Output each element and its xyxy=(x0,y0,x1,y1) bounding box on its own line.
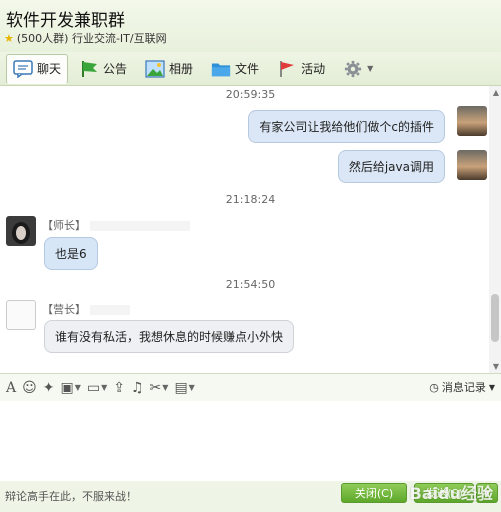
tab-activity-label: 活动 xyxy=(301,62,326,76)
photo-icon xyxy=(145,59,165,78)
message-bubble[interactable]: 然后给java调用 xyxy=(337,150,445,183)
gear-icon xyxy=(344,60,362,77)
gift-icon[interactable]: ▣ ▼ xyxy=(60,380,80,396)
timestamp: 20:59:35 xyxy=(225,88,276,101)
close-button[interactable]: 关闭(C) xyxy=(341,483,407,503)
sender-role: 【师长】 xyxy=(42,219,86,232)
tab-chat-label: 聊天 xyxy=(37,62,62,76)
avatar[interactable] xyxy=(6,216,36,246)
sender-name: 【师长】 xyxy=(42,217,190,233)
sender-name: 【营长】 xyxy=(42,301,130,317)
tab-files[interactable]: 文件 xyxy=(204,54,266,84)
tab-bar: 聊天 公告 相册 文件 活动 ▼ xyxy=(0,52,501,86)
message-bubble[interactable]: 有家公司让我给他们做个c的插件 xyxy=(248,110,445,143)
scroll-thumb[interactable] xyxy=(491,294,499,342)
message-bubble[interactable]: 谁有没有私活，我想休息的时候赚点小外快 xyxy=(44,320,295,353)
font-icon[interactable]: A xyxy=(6,380,16,396)
input-toolbar: A ☺ ✦ ▣ ▼ ▭ ▼ ⇪ ♫ ✂ ▼ ▤ ▼ ◷ 消息记录 ▼ xyxy=(0,373,501,401)
tab-album[interactable]: 相册 xyxy=(138,54,200,84)
clock-icon: ◷ xyxy=(429,380,439,394)
scroll-up-icon[interactable]: ▲ xyxy=(493,88,499,97)
redacted-name xyxy=(90,305,130,315)
message-bubble[interactable]: 也是6 xyxy=(44,237,98,270)
sender-role: 【营长】 xyxy=(42,303,86,316)
star-icon: ★ xyxy=(4,31,14,45)
timestamp: 21:54:50 xyxy=(225,278,276,291)
scrollbar[interactable]: ▲ ▼ xyxy=(489,86,501,373)
group-title[interactable]: 软件开发兼职群 xyxy=(6,6,125,31)
group-meta-text: (500人群) 行业交流-IT/互联网 xyxy=(16,32,167,45)
magic-wand-icon[interactable]: ✦ xyxy=(43,380,55,396)
watermark: Baidu经验 xyxy=(409,484,493,503)
music-icon[interactable]: ♫ xyxy=(131,380,144,396)
group-header: 软件开发兼职群 ★ (500人群) 行业交流-IT/互联网 xyxy=(0,0,501,52)
activity-flag-icon xyxy=(280,60,295,77)
timestamp: 21:18:24 xyxy=(225,193,276,206)
camera-blocked-icon[interactable]: ▤ ▼ xyxy=(174,380,194,396)
history-label: 消息记录 xyxy=(441,381,486,394)
group-slogan: 辩论高手在此，不服来战！ xyxy=(5,490,137,503)
upload-icon[interactable]: ⇪ xyxy=(113,380,125,396)
tab-activity[interactable]: 活动 xyxy=(270,54,332,84)
chat-icon xyxy=(13,59,33,78)
message-input[interactable] xyxy=(0,401,501,481)
avatar[interactable] xyxy=(457,106,487,136)
avatar-image xyxy=(6,216,36,246)
group-meta: ★ (500人群) 行业交流-IT/互联网 xyxy=(4,30,167,46)
avatar[interactable] xyxy=(6,300,36,330)
image-icon[interactable]: ▭ ▼ xyxy=(87,380,107,396)
avatar[interactable] xyxy=(457,150,487,180)
avatar-image xyxy=(457,106,487,136)
chevron-down-icon: ▼ xyxy=(367,64,374,73)
avatar-image xyxy=(457,150,487,180)
tab-files-label: 文件 xyxy=(235,62,260,76)
tab-notice[interactable]: 公告 xyxy=(72,54,134,84)
bottom-bar: 辩论高手在此，不服来战！ 关闭(C) 发送(S) ▼ Baidu经验 xyxy=(0,481,501,512)
history-button[interactable]: ◷ 消息记录 ▼ xyxy=(429,379,495,395)
tab-notice-label: 公告 xyxy=(103,62,128,76)
folder-icon xyxy=(211,63,231,76)
settings-menu[interactable]: ▼ xyxy=(336,54,380,84)
tab-album-label: 相册 xyxy=(169,62,194,76)
scissors-icon[interactable]: ✂ ▼ xyxy=(150,380,169,396)
tab-chat[interactable]: 聊天 xyxy=(6,53,69,84)
chat-history[interactable]: 20:59:35 有家公司让我给他们做个c的插件 然后给java调用 21:18… xyxy=(0,86,501,373)
redacted-name xyxy=(90,221,190,231)
emoji-icon[interactable]: ☺ xyxy=(22,380,37,396)
flag-icon xyxy=(82,60,98,77)
chevron-down-icon: ▼ xyxy=(488,382,495,392)
scroll-down-icon[interactable]: ▼ xyxy=(493,362,499,371)
